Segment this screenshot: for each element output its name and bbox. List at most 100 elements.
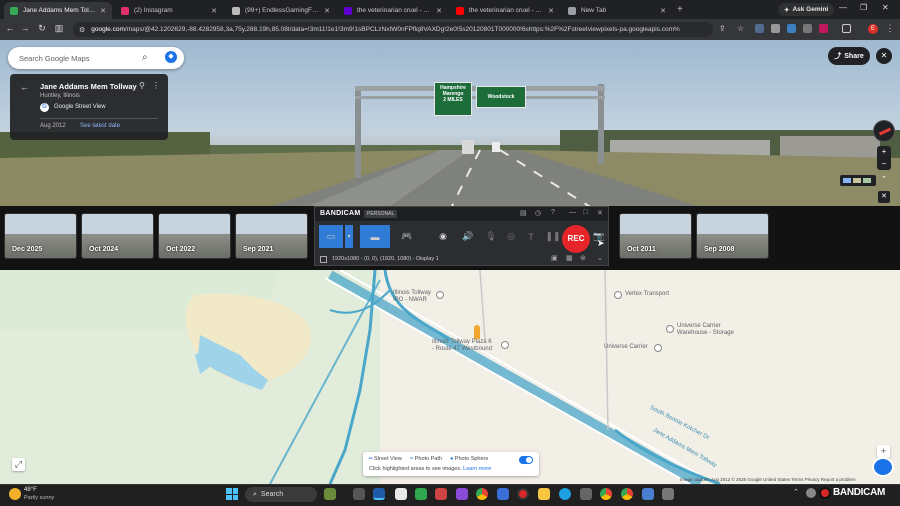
site-info-icon[interactable]: ⚙ [79, 26, 85, 34]
profile-avatar[interactable]: E [868, 24, 878, 34]
poi-universe-carrier-warehouse[interactable]: Universe Carrier Warehouse - Storage [677, 323, 734, 337]
text-overlay-icon[interactable]: T [519, 225, 543, 248]
device-recording-mode-icon[interactable]: ▬ [360, 225, 390, 248]
weather-sun-icon[interactable] [9, 488, 21, 500]
capture-options-icon[interactable]: ▣ [551, 254, 558, 262]
share-button[interactable]: ⤴ Share [828, 47, 870, 65]
imagery-toggle[interactable] [840, 175, 876, 186]
taskbar-search-box[interactable]: ⌕ Search [245, 487, 317, 502]
timeline-thumb-sep-2008[interactable]: Sep 2008 [696, 213, 769, 259]
sidebar-panel-icon[interactable]: ▥ [53, 23, 65, 34]
screen-recording-mode-icon[interactable]: ▭ [319, 225, 343, 248]
windows-start-icon[interactable] [226, 488, 238, 500]
tab-yahoo-search[interactable]: the veterinarian cruel - Yahoo S ✕ [338, 2, 448, 19]
tab-endless-gaming[interactable]: (99+) EndlessGamingFanProdu ✕ [226, 2, 336, 19]
zoom-out-icon[interactable]: − [877, 158, 891, 170]
learn-more-link[interactable]: Learn more [463, 466, 491, 472]
taskbar-app-icon[interactable] [435, 488, 447, 500]
poi-marker-icon[interactable] [614, 291, 622, 299]
taskbar-app-icon[interactable] [642, 488, 654, 500]
close-window-icon[interactable]: ✕ [882, 3, 889, 12]
collapse-chevron-icon[interactable]: ⌃ [878, 175, 890, 186]
tray-overflow-icon[interactable]: ⌃ [793, 488, 799, 496]
speaker-icon[interactable]: 🔊 [456, 225, 480, 248]
zoom-in-icon[interactable]: + [877, 146, 891, 158]
forward-arrow-icon[interactable]: → [19, 23, 31, 33]
clock-icon[interactable]: ◷ [535, 209, 541, 217]
file-explorer-icon[interactable] [538, 488, 550, 500]
help-icon[interactable]: ? [551, 209, 555, 216]
extension-icon[interactable] [787, 24, 796, 33]
tab-new-tab[interactable]: New Tab ✕ [562, 2, 672, 19]
search-google-maps-input[interactable]: Search Google Maps [8, 47, 184, 69]
bandicam-tray-icon[interactable] [819, 487, 831, 499]
tab-google-maps[interactable]: Jane Addams Mem Tollway - G ✕ [4, 2, 112, 19]
back-arrow-icon[interactable]: ← [4, 23, 16, 33]
capture-area-checkbox[interactable] [320, 256, 327, 263]
taskbar-app-icon[interactable] [324, 488, 336, 500]
bandicam-taskbar-icon[interactable] [517, 488, 529, 500]
ask-gemini-button[interactable]: ✦ Ask Gemini [778, 3, 835, 16]
poi-marker-icon[interactable] [654, 344, 662, 352]
extension-icon[interactable] [819, 24, 828, 33]
close-timeline-icon[interactable]: ✕ [878, 191, 890, 203]
minimize-window-icon[interactable]: — [839, 3, 847, 12]
directions-icon[interactable]: ◆ [165, 51, 177, 63]
address-bar[interactable]: ⚙ google.com/maps/@42.1202629,-88.428295… [73, 22, 713, 37]
edge-icon[interactable] [559, 488, 571, 500]
back-arrow-icon[interactable]: ← [20, 82, 29, 92]
poi-illinois-tollway[interactable]: Illinois Tollway IPO - NWAR [393, 290, 453, 304]
poi-marker-icon[interactable] [436, 291, 444, 299]
timeline-thumb-dec-2025[interactable]: Dec 2025 [4, 213, 77, 259]
browser-menu-icon[interactable]: ⋮ [884, 23, 896, 34]
maximize-icon[interactable]: □ [583, 209, 587, 216]
maximize-window-icon[interactable]: ❐ [860, 3, 867, 12]
webcam-off-icon[interactable]: ◉ [431, 225, 455, 248]
street-view-layer-toggle[interactable] [519, 456, 533, 464]
timeline-thumb-oct-2011[interactable]: Oct 2011 [619, 213, 692, 259]
folder-icon[interactable]: ▤ [520, 209, 527, 217]
pegman-icon[interactable] [474, 325, 480, 339]
taskbar-app-icon[interactable] [415, 488, 427, 500]
chrome-icon[interactable] [476, 488, 488, 500]
globe-icon[interactable] [872, 457, 894, 477]
close-street-view-icon[interactable]: ✕ [876, 48, 892, 64]
timeline-thumb-sep-2021[interactable]: Sep 2021 [235, 213, 308, 259]
record-button[interactable]: REC [562, 225, 590, 253]
bookmark-star-icon[interactable]: ☆ [737, 24, 746, 33]
taskbar-app-icon[interactable] [373, 488, 385, 500]
fullscreen-icon[interactable]: ⤢ [12, 458, 25, 471]
see-latest-date-link[interactable]: See latest date [80, 123, 120, 129]
extension-icon[interactable] [803, 24, 812, 33]
close-tab-icon[interactable]: ✕ [660, 7, 666, 15]
close-tab-icon[interactable]: ✕ [211, 7, 217, 15]
minimize-icon[interactable]: — [569, 209, 576, 216]
expand-chevron-icon[interactable]: ⌄ [597, 254, 603, 262]
game-recording-mode-icon[interactable]: 🎮 [395, 225, 419, 248]
mode-dropdown-icon[interactable]: ▾ [345, 225, 353, 248]
close-icon[interactable]: ✕ [597, 209, 603, 217]
search-icon[interactable]: ⌕ [142, 52, 148, 63]
tab-instagram[interactable]: (2) Instagram ✕ [115, 2, 223, 19]
taskbar-app-icon[interactable] [662, 488, 674, 500]
reload-icon[interactable]: ↻ [36, 23, 48, 34]
compass-icon[interactable] [873, 120, 895, 142]
capture-grid-icon[interactable]: ▦ [566, 254, 573, 262]
more-options-icon[interactable]: ⋮ [152, 81, 160, 90]
poi-universe-carrier[interactable]: Universe Carrier [604, 344, 648, 351]
close-tab-icon[interactable]: ✕ [436, 7, 442, 15]
close-tab-icon[interactable]: ✕ [324, 7, 330, 15]
wireless-icon[interactable]: ⊚ [580, 254, 586, 262]
chrome-profile-icon[interactable] [621, 488, 633, 500]
taskbar-app-icon[interactable] [497, 488, 509, 500]
tab-youtube[interactable]: the veterinarian cruel - YouTub ✕ [450, 2, 560, 19]
chrome-profile-icon[interactable] [600, 488, 612, 500]
weather-temperature[interactable]: 48°F [24, 487, 37, 493]
task-view-icon[interactable] [353, 488, 365, 500]
location-pin-icon[interactable]: ⚲ [139, 81, 145, 90]
close-tab-icon[interactable]: ✕ [100, 7, 106, 15]
taskbar-app-icon[interactable] [456, 488, 468, 500]
poi-vertex-transport[interactable]: Vertex Transport [625, 291, 669, 298]
poi-tollway-plaza[interactable]: Illinois Tollway Plaza 6 - Route 47 West… [432, 339, 512, 353]
taskbar-app-icon[interactable] [580, 488, 592, 500]
